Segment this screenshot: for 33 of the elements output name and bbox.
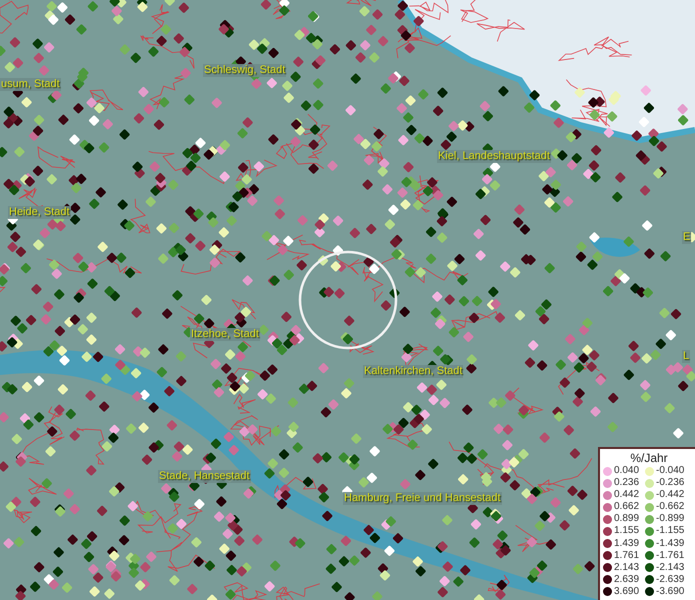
legend-value: -0.442 (656, 489, 684, 502)
legend-value: -1.155 (656, 525, 684, 538)
legend-value: 0.040 (614, 465, 640, 478)
place-label: Kaltenkirchen, Stadt (363, 365, 464, 378)
legend-value: 1.761 (614, 550, 640, 562)
place-label: Itzehoe, Stadt (190, 328, 260, 341)
legend-value: -0.040 (656, 465, 684, 478)
legend-value: 0.236 (614, 477, 640, 490)
place-label: Schleswig, Stadt (203, 64, 286, 77)
legend-value: 2.143 (614, 562, 640, 574)
place-label: E (682, 231, 692, 244)
place-label: L (682, 350, 690, 363)
legend-value: 0.662 (614, 501, 640, 514)
legend-value: -2.639 (656, 574, 684, 586)
legend-value: -1.439 (656, 538, 684, 550)
legend-value: -1.761 (656, 550, 684, 562)
legend-value: 0.899 (614, 513, 640, 526)
place-label: Stade, Hansestadt (158, 470, 251, 483)
legend-value: -2.143 (656, 562, 684, 574)
legend-value: 3.690 (614, 586, 640, 598)
place-label: Heide, Stadt (8, 206, 71, 219)
legend-value: 1.155 (614, 525, 640, 538)
legend-value: -3.690 (656, 586, 684, 598)
place-label: Hamburg, Freie und Hansestadt (343, 492, 502, 505)
legend-value: -0.899 (656, 513, 684, 526)
legend-value: 1.439 (614, 538, 640, 550)
legend-value: 2.639 (614, 574, 640, 586)
legend-title: %/Jahr (629, 450, 669, 465)
place-label: usum, Stadt (0, 78, 61, 91)
place-label: Kiel, Landeshauptstadt (437, 150, 551, 163)
legend-value: -0.662 (656, 501, 684, 514)
legend-value: 0.442 (614, 489, 640, 502)
legend-value: -0.236 (656, 477, 684, 490)
